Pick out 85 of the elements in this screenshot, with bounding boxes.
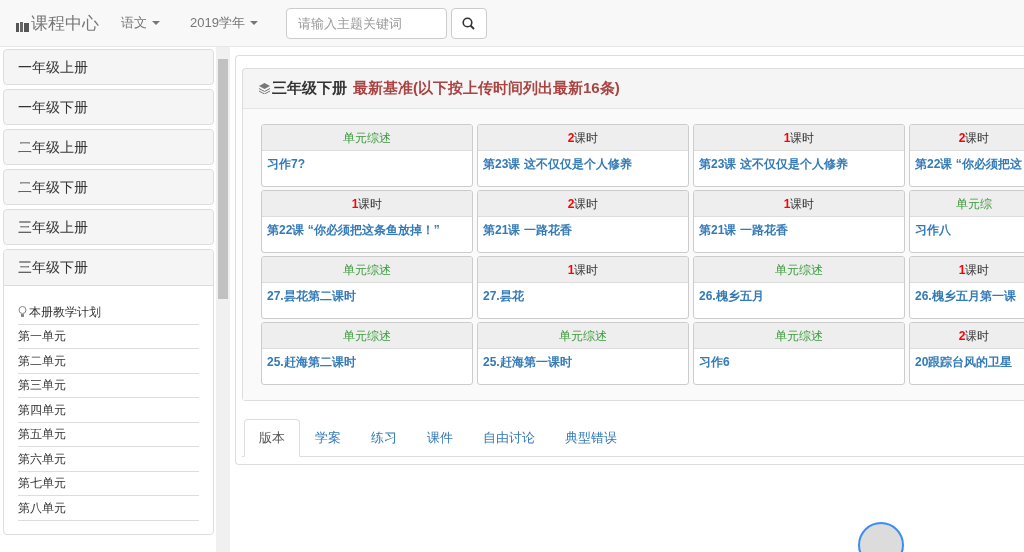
card-header: 1课时 xyxy=(958,261,990,279)
card-header: 单元综述 xyxy=(775,261,823,279)
caret-icon xyxy=(152,21,160,25)
lesson-card[interactable]: 单元综述 25.赶海第一课时 xyxy=(477,322,689,385)
card-header: 1课时 xyxy=(783,129,815,147)
card-title: 习作6 xyxy=(698,354,731,371)
card-title: 第22课 “你必须把这 xyxy=(914,156,1023,173)
card-header: 1课时 xyxy=(783,195,815,213)
scrollbar-thumb[interactable] xyxy=(218,59,228,299)
lesson-card[interactable]: 1课时 第23课 这不仅仅是个人修养 xyxy=(693,124,905,187)
lesson-card[interactable]: 单元综述 26.槐乡五月 xyxy=(693,256,905,319)
scrollbar[interactable] xyxy=(216,47,230,552)
panel-title: 三年级下册 xyxy=(272,78,347,99)
card-title: 27.昙花 xyxy=(482,288,525,305)
sidebar-item[interactable]: 三年级上册 xyxy=(3,209,214,245)
books-icon xyxy=(16,19,30,32)
card-header: 2课时 xyxy=(958,129,990,147)
lesson-card[interactable]: 2课时 第22课 “你必须把这 xyxy=(909,124,1024,187)
lesson-card[interactable]: 单元综述 习作6 xyxy=(693,322,905,385)
unit-link[interactable]: 第四单元 xyxy=(18,398,199,423)
card-title: 27.昙花第二课时 xyxy=(266,288,357,305)
caret-icon xyxy=(249,21,258,25)
search-field[interactable]: 请输入主题关键词 xyxy=(285,7,447,39)
card-header: 单元综述 xyxy=(343,261,391,279)
lesson-card[interactable]: 1课时 27.昙花 xyxy=(477,256,689,319)
lesson-card[interactable]: 2课时 第23课 这不仅仅是个人修养 xyxy=(477,124,689,187)
card-header: 单元综述 xyxy=(775,327,823,345)
card-header: 2课时 xyxy=(567,195,599,213)
unit-link[interactable]: 第三单元 xyxy=(18,373,199,398)
sidebar-item[interactable]: 一年级上册 xyxy=(3,49,214,85)
card-title: 第21课 一路花香 xyxy=(482,222,573,239)
lightbulb-icon xyxy=(18,305,27,318)
search-button[interactable] xyxy=(450,7,487,39)
card-title: 第22课 “你必须把这条鱼放掉！” xyxy=(266,222,441,239)
tab[interactable]: 典型错误 xyxy=(550,419,632,457)
plan-row[interactable]: 本册教学计划 xyxy=(18,300,199,325)
dropdown-menu[interactable]: 语文 xyxy=(121,13,160,33)
card-header: 2课时 xyxy=(567,129,599,147)
unit-link[interactable]: 第六单元 xyxy=(18,447,199,472)
card-title: 第23课 这不仅仅是个人修养 xyxy=(482,156,633,173)
card-title: 25.赶海第一课时 xyxy=(482,354,573,371)
lesson-card[interactable]: 1课时 26.槐乡五月第一课 xyxy=(909,256,1024,319)
dropdown-menu[interactable]: 2019学年 xyxy=(190,13,258,33)
tab[interactable]: 课件 xyxy=(412,419,468,457)
lesson-card[interactable]: 单元综述 习作7? xyxy=(261,124,473,187)
card-title: 习作八 xyxy=(914,222,952,239)
tab[interactable]: 版本 xyxy=(244,419,300,457)
card-title: 26.槐乡五月第一课 xyxy=(914,288,1017,305)
search-icon xyxy=(462,16,476,30)
unit-link[interactable]: 第二单元 xyxy=(18,349,199,374)
lesson-card[interactable]: 单元综 习作八 xyxy=(909,190,1024,253)
lesson-card[interactable]: 单元综述 27.昙花第二课时 xyxy=(261,256,473,319)
lesson-card[interactable]: 1课时 第22课 “你必须把这条鱼放掉！” xyxy=(261,190,473,253)
unit-link[interactable]: 第七单元 xyxy=(18,471,199,496)
lesson-card[interactable]: 2课时 第21课 一路花香 xyxy=(477,190,689,253)
card-title: 25.赶海第二课时 xyxy=(266,354,357,371)
sidebar-item[interactable]: 一年级下册 xyxy=(3,89,214,125)
card-header: 1课时 xyxy=(351,195,383,213)
card-header: 单元综述 xyxy=(343,129,391,147)
unit-link[interactable]: 第一单元 xyxy=(18,324,199,349)
card-title: 20跟踪台风的卫星 xyxy=(914,354,1014,371)
tab[interactable]: 自由讨论 xyxy=(468,419,550,457)
card-header: 1课时 xyxy=(567,261,599,279)
panel-subtitle: 最新基准(以下按上传时间列出最新16条) xyxy=(353,78,620,99)
lesson-card[interactable]: 1课时 第21课 一路花香 xyxy=(693,190,905,253)
card-title: 第21课 一路花香 xyxy=(698,222,789,239)
layers-icon xyxy=(259,83,270,94)
brand-link[interactable]: 课程中心 xyxy=(31,14,99,32)
card-title: 26.槐乡五月 xyxy=(698,288,765,305)
card-header: 单元综 xyxy=(956,195,992,213)
plan-label: 本册教学计划 xyxy=(29,303,101,321)
lesson-card[interactable]: 2课时 20跟踪台风的卫星 xyxy=(909,322,1024,385)
tab[interactable]: 练习 xyxy=(356,419,412,457)
sidebar-item[interactable]: 二年级上册 xyxy=(3,129,214,165)
lesson-card[interactable]: 单元综述 25.赶海第二课时 xyxy=(261,322,473,385)
sidebar-item[interactable]: 三年级下册 xyxy=(4,250,213,286)
card-header: 单元综述 xyxy=(559,327,607,345)
card-title: 第23课 这不仅仅是个人修养 xyxy=(698,156,849,173)
unit-link[interactable]: 第五单元 xyxy=(18,422,199,447)
card-header: 单元综述 xyxy=(343,327,391,345)
card-header: 2课时 xyxy=(958,327,990,345)
sidebar-item[interactable]: 二年级下册 xyxy=(3,169,214,205)
unit-link[interactable]: 第八单元 xyxy=(18,496,199,521)
card-title: 习作7? xyxy=(266,156,306,173)
tab[interactable]: 学案 xyxy=(300,419,356,457)
